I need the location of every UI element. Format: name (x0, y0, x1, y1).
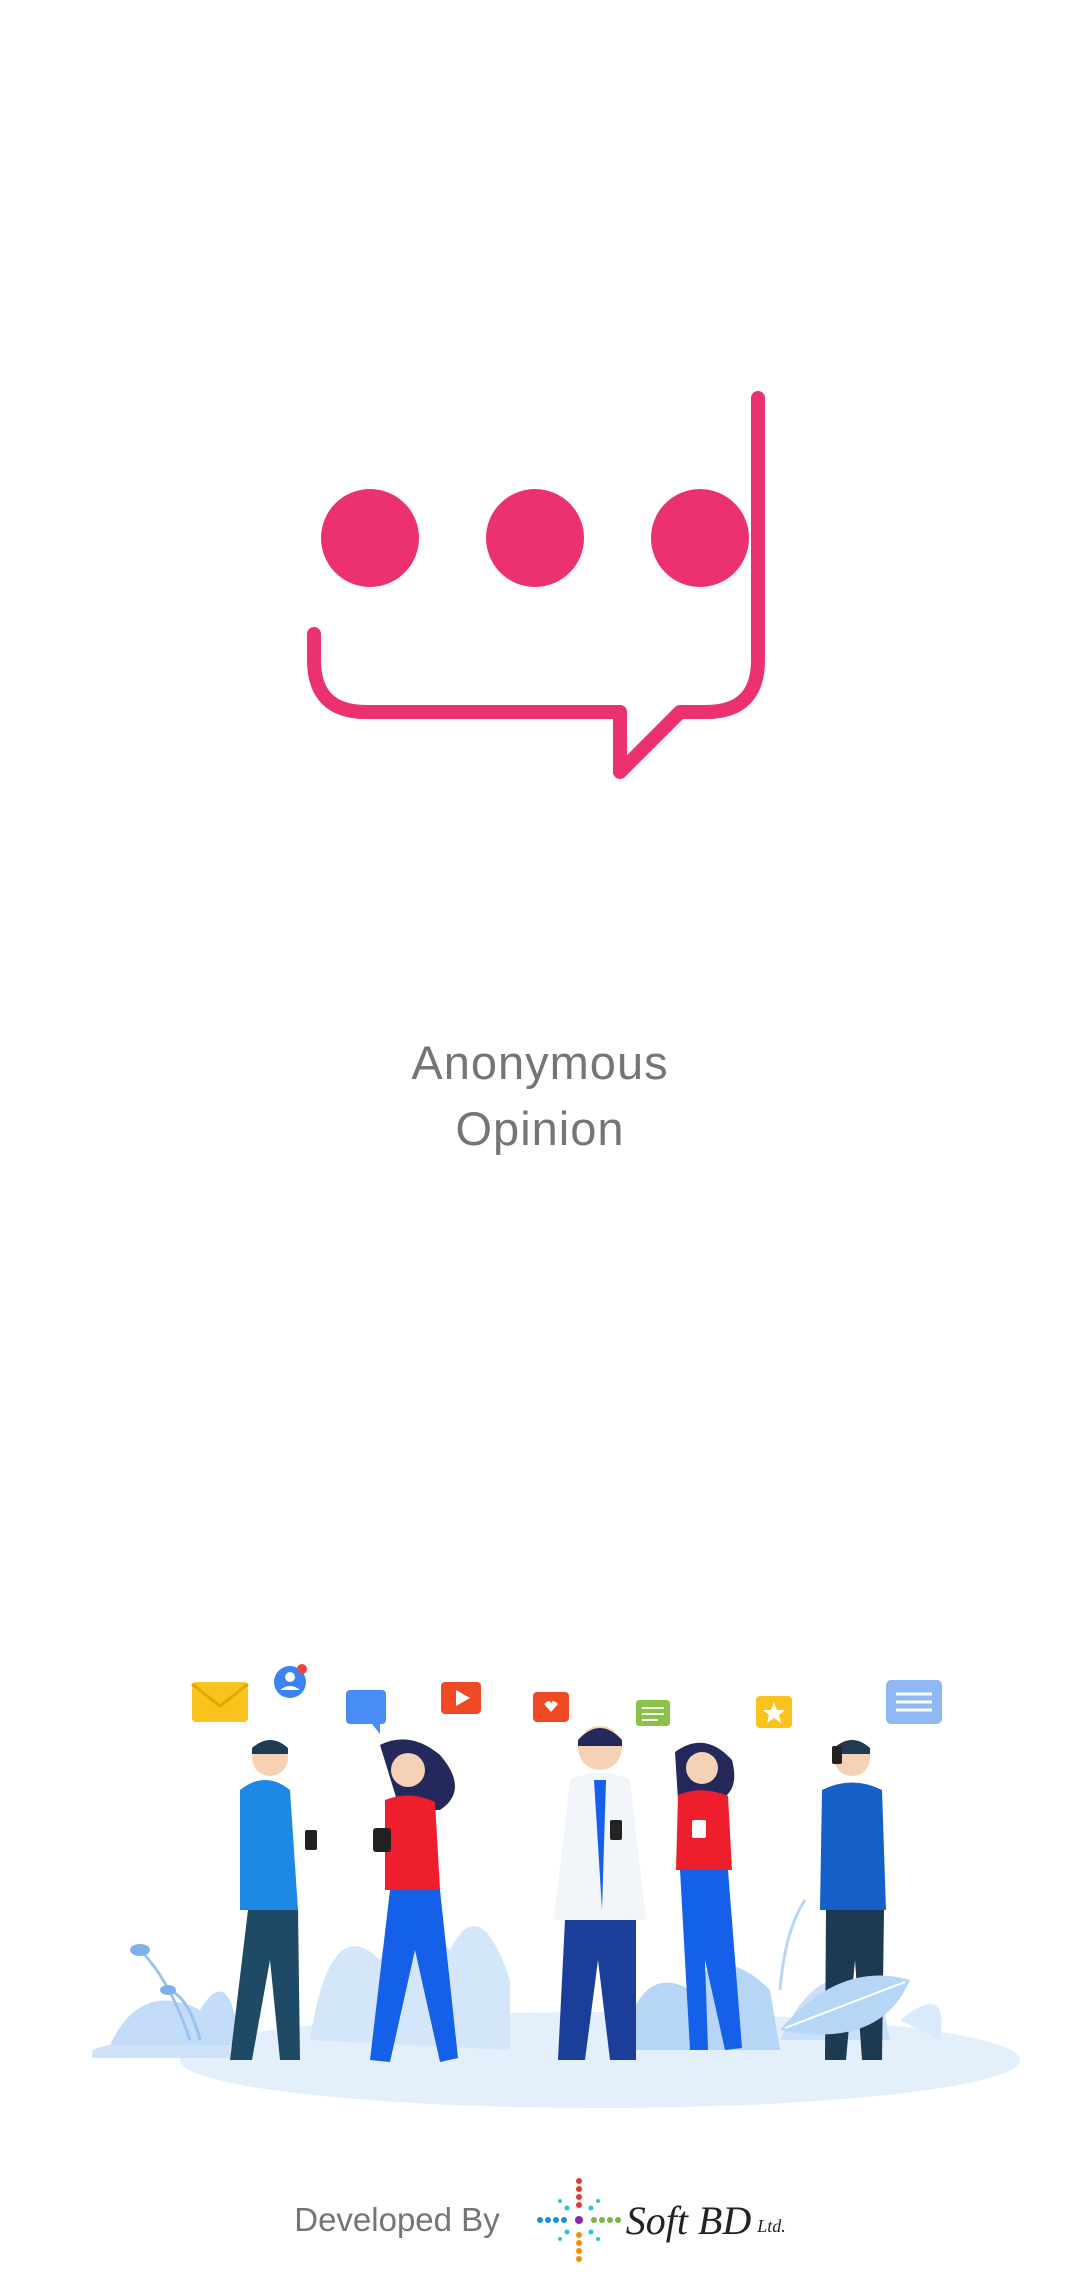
developed-by-label: Developed By (294, 2201, 500, 2238)
company-name: Soft BD (625, 2197, 752, 2243)
footer: Developed By Soft BD Ltd. (0, 2175, 1080, 2265)
people-with-phones-illustration (92, 1664, 1020, 2108)
softbd-logo: Soft BD Ltd. (534, 2175, 786, 2265)
app-name: Anonymous Opinion (0, 1030, 1080, 1162)
app-name-line2: Opinion (455, 1102, 625, 1155)
softbd-star-icon (536, 2178, 621, 2262)
app-name-line1: Anonymous (411, 1036, 669, 1089)
chat-bubble-dots-icon (307, 391, 765, 779)
company-suffix: Ltd. (757, 2215, 786, 2236)
